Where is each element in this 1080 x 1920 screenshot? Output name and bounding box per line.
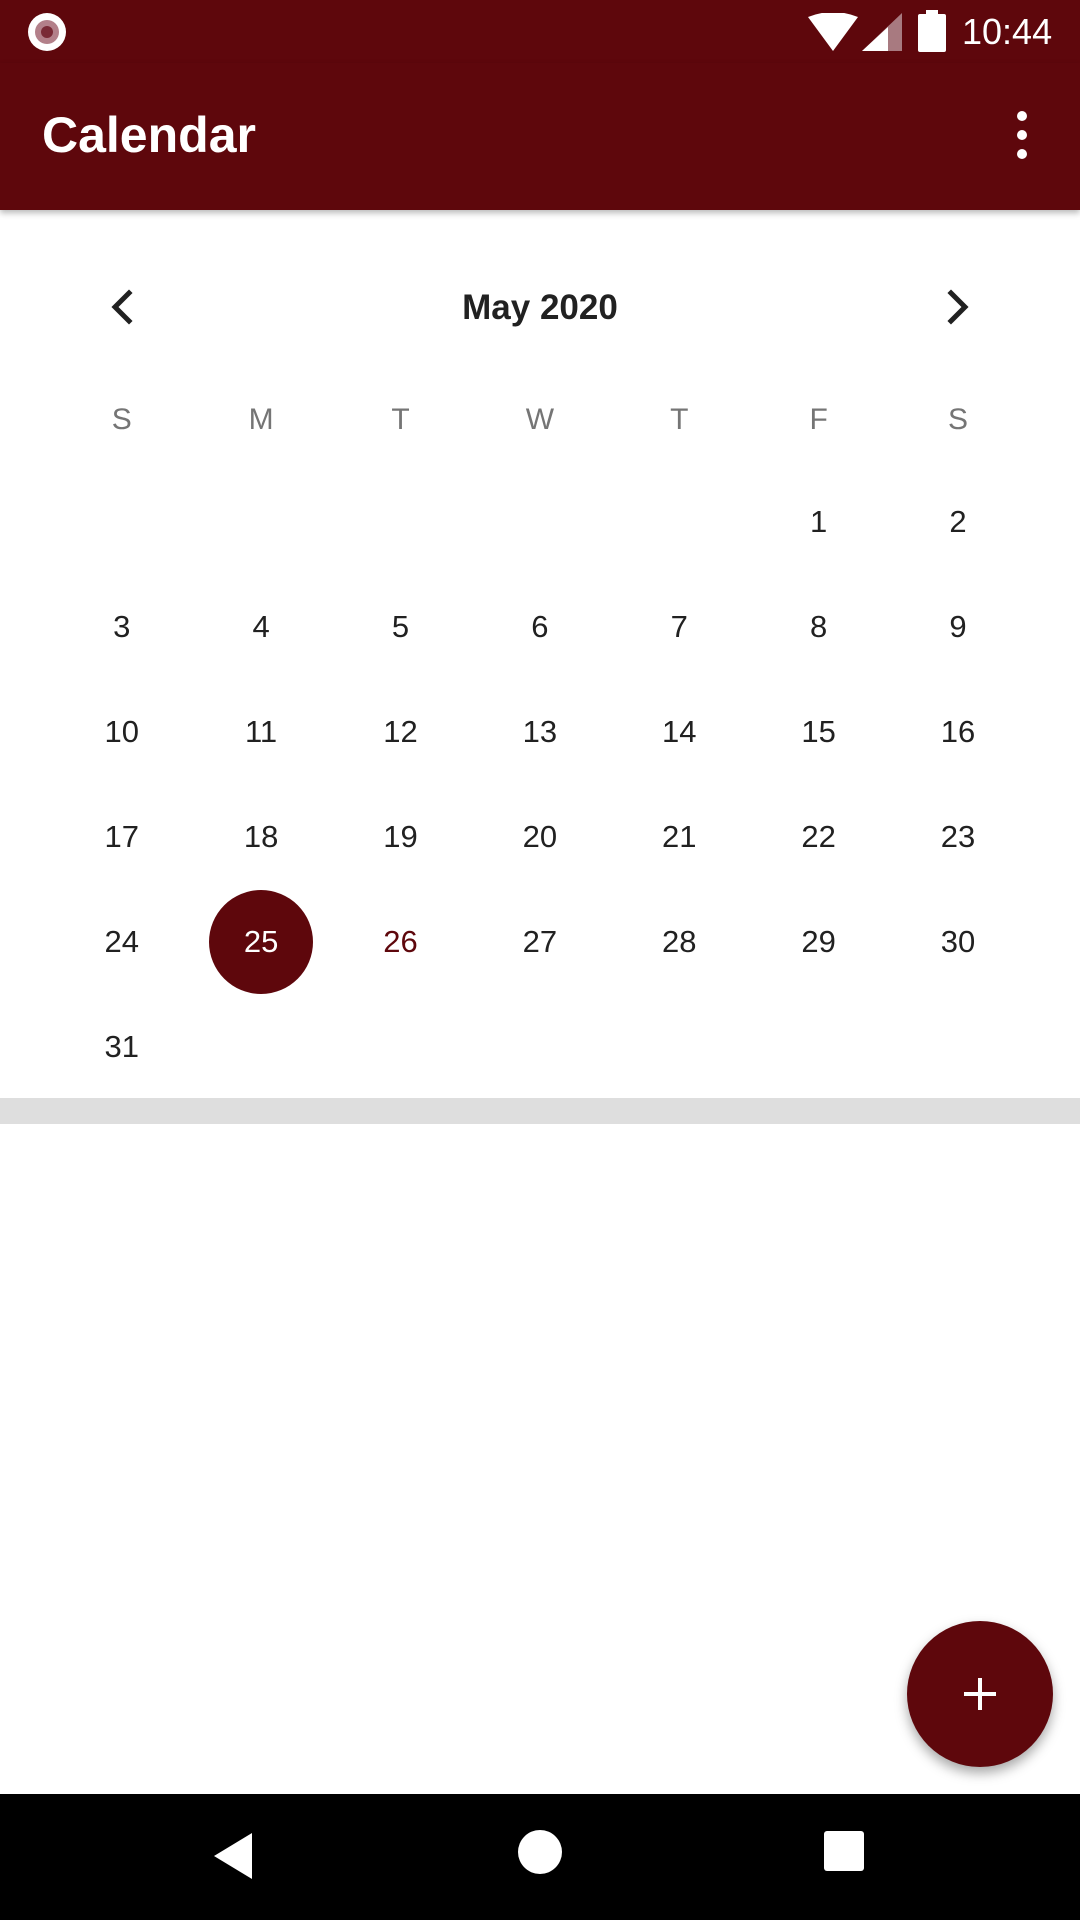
calendar-day[interactable]: 13 <box>470 679 609 784</box>
calendar-day[interactable]: 4 <box>191 574 330 679</box>
calendar-day[interactable]: 14 <box>610 679 749 784</box>
status-bar: 10:44 <box>0 0 1080 63</box>
weekday-label: S <box>111 403 132 436</box>
calendar-day[interactable]: 7 <box>610 574 749 679</box>
weekday-label: W <box>525 403 555 436</box>
calendar-day[interactable]: 2 <box>888 469 1027 574</box>
weekday-label: F <box>809 403 828 436</box>
calendar-day[interactable]: 24 <box>52 889 191 994</box>
calendar-week-row: 24 25 26 27 28 29 30 <box>52 889 1028 994</box>
calendar-week-row: 10 11 12 13 14 15 16 <box>52 679 1028 784</box>
calendar-day-label: 16 <box>940 713 976 749</box>
calendar-day-label: 26 <box>383 923 418 959</box>
day-grid: 1 2 3 4 5 6 7 8 9 10 11 12 13 14 15 16 17 18 19 20 21 22 23 24 2… <box>52 469 1028 1099</box>
calendar-week-row: 12 <box>52 469 1028 574</box>
calendar-day[interactable]: 1 <box>749 469 888 574</box>
status-time: 10:44 <box>962 11 1053 52</box>
calendar-day[interactable]: 22 <box>749 784 888 889</box>
calendar-day-label: 6 <box>531 608 549 644</box>
calendar-day[interactable]: 30 <box>888 889 1027 994</box>
weekday-label: T <box>391 403 410 436</box>
calendar-day-label: 20 <box>522 818 558 854</box>
add-event-button[interactable] <box>907 1621 1053 1767</box>
next-month-button[interactable] <box>923 272 993 342</box>
calendar-day[interactable]: 28 <box>610 889 749 994</box>
app-notification-icon <box>28 13 66 51</box>
calendar-day-label: 17 <box>104 818 139 854</box>
calendar-day-label: 4 <box>252 608 270 644</box>
calendar-day-label: 23 <box>940 818 976 854</box>
calendar-day[interactable]: 17 <box>52 784 191 889</box>
calendar-day-label: 11 <box>244 713 278 749</box>
signal-icon <box>862 13 902 51</box>
wifi-icon <box>808 13 858 51</box>
calendar-day-label: 22 <box>801 818 836 854</box>
calendar-day-label: 13 <box>522 713 558 749</box>
calendar-day-label: 9 <box>949 608 967 644</box>
calendar-day[interactable]: 29 <box>749 889 888 994</box>
calendar-week-row: 17 18 19 20 21 22 23 <box>52 784 1028 889</box>
calendar-day-label: 30 <box>940 923 976 959</box>
month-title: May 2020 <box>462 288 618 327</box>
calendar-day-label: 25 <box>243 923 279 959</box>
weekday-label: M <box>248 403 274 436</box>
chevron-right-icon <box>947 289 969 325</box>
previous-month-button[interactable] <box>87 272 157 342</box>
calendar-day-label: 5 <box>391 608 410 644</box>
calendar-day-label: 31 <box>104 1028 139 1064</box>
calendar-day[interactable]: 10 <box>52 679 191 784</box>
calendar-day-label: 29 <box>801 923 836 959</box>
navigation-bar <box>0 1794 1080 1920</box>
calendar-day[interactable]: 12 <box>331 679 470 784</box>
chevron-left-icon <box>111 289 133 325</box>
calendar-day[interactable]: 27 <box>470 889 609 994</box>
calendar-day-label: 19 <box>383 818 418 854</box>
calendar-day-label: 27 <box>522 923 558 959</box>
calendar-day-selected[interactable]: 25 <box>191 889 330 994</box>
weekday-label: T <box>670 403 689 436</box>
divider <box>0 1098 1080 1124</box>
calendar-day[interactable]: 23 <box>888 784 1027 889</box>
calendar-day-label: 21 <box>662 818 697 854</box>
calendar-day[interactable]: 18 <box>191 784 330 889</box>
calendar-day-label: 3 <box>113 608 131 644</box>
calendar-day[interactable]: 21 <box>610 784 749 889</box>
weekday-header: S M T W T F S <box>52 390 1028 450</box>
calendar-day[interactable]: 16 <box>888 679 1027 784</box>
calendar-day[interactable]: 9 <box>888 574 1027 679</box>
calendar-day[interactable]: 15 <box>749 679 888 784</box>
calendar-day[interactable]: 3 <box>52 574 191 679</box>
calendar-day-label: 24 <box>104 923 139 959</box>
calendar-day[interactable]: 31 <box>52 994 191 1099</box>
calendar-day-today[interactable]: 26 <box>331 889 470 994</box>
battery-icon <box>918 10 946 52</box>
app-title: Calendar <box>42 107 256 163</box>
calendar-day-label: 12 <box>383 713 418 749</box>
calendar-day[interactable]: 5 <box>331 574 470 679</box>
calendar-day-label: 18 <box>243 818 279 854</box>
app-bar: Calendar <box>0 63 1080 210</box>
calendar-day-label: 14 <box>662 713 697 749</box>
calendar-day-label: 15 <box>801 713 836 749</box>
calendar: May 2020 S M T W T F S 1 2 3 4 5 6 7 8 9 10 11 12 13… <box>0 210 1080 1098</box>
calendar-day[interactable]: 6 <box>470 574 609 679</box>
add-icon <box>964 1678 996 1710</box>
weekday-label: S <box>948 403 969 436</box>
calendar-day-label: 2 <box>949 503 967 539</box>
back-icon[interactable] <box>212 1831 256 1881</box>
calendar-day-label: 1 <box>810 503 828 539</box>
calendar-day-label: 7 <box>670 608 688 644</box>
calendar-day[interactable]: 11 <box>191 679 330 784</box>
calendar-day[interactable]: 19 <box>331 784 470 889</box>
calendar-day[interactable]: 20 <box>470 784 609 889</box>
calendar-day-label: 28 <box>662 923 697 959</box>
more-vert-icon[interactable] <box>1002 105 1042 165</box>
calendar-day-label: 8 <box>810 608 828 644</box>
calendar-day[interactable]: 8 <box>749 574 888 679</box>
calendar-week-row: 31 <box>52 994 1028 1099</box>
calendar-week-row: 3 4 5 6 7 8 9 <box>52 574 1028 679</box>
calendar-day-label: 10 <box>104 713 139 749</box>
recents-icon[interactable] <box>824 1831 864 1871</box>
home-icon[interactable] <box>518 1830 562 1874</box>
